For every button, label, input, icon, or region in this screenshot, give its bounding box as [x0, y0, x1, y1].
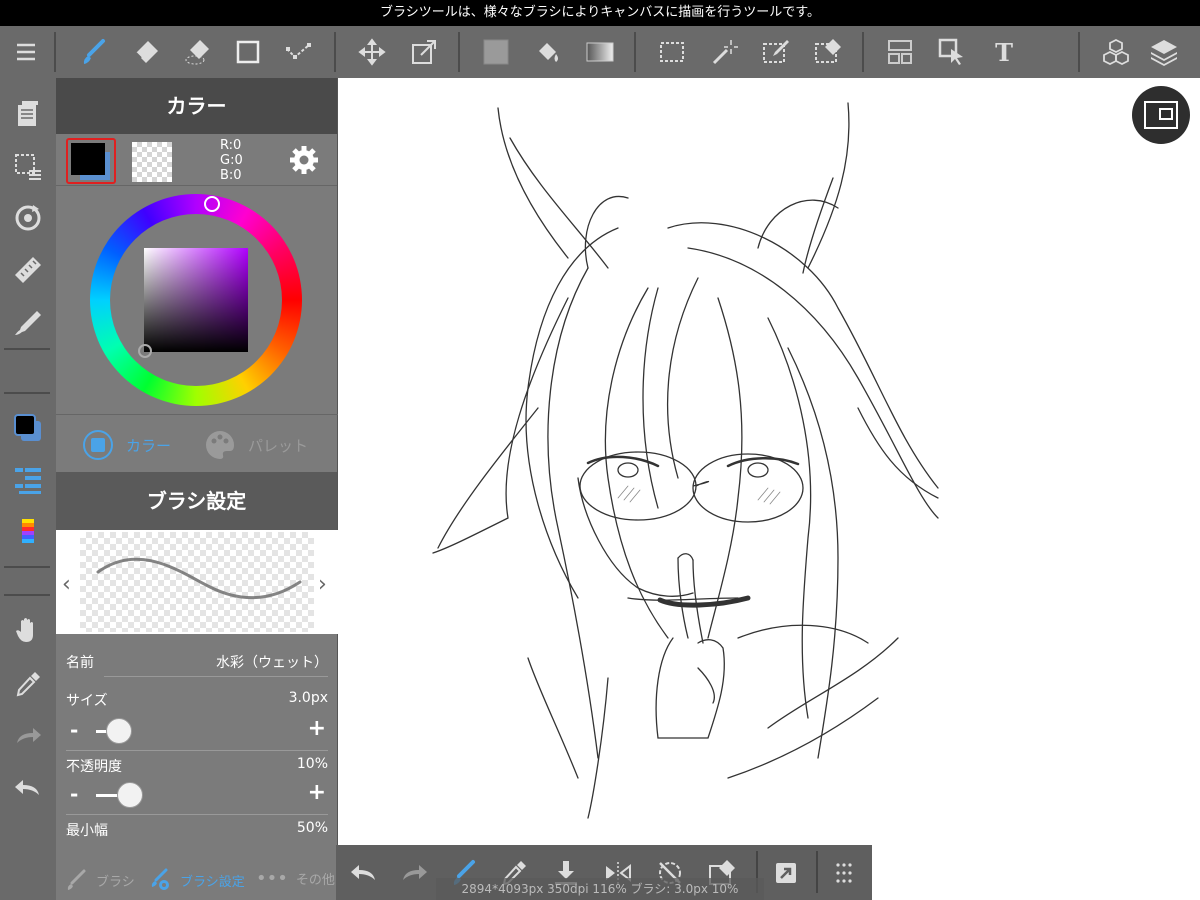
opacity-value: 10%	[296, 756, 328, 772]
status-message: ブラシツールは、様々なブラシによりキャンバスに描画を行うツールです。	[380, 5, 820, 20]
layers-icon[interactable]	[1142, 26, 1186, 78]
ruler-icon[interactable]	[6, 248, 50, 292]
size-increase-button[interactable]: +	[308, 716, 326, 741]
select-icon[interactable]	[650, 26, 694, 78]
undo-icon[interactable]	[6, 766, 50, 810]
menu-icon[interactable]	[4, 26, 48, 78]
color-swatch-icon[interactable]	[6, 406, 50, 450]
tab-brush-label: ブラシ	[96, 874, 135, 890]
eyedropper-icon[interactable]	[6, 662, 50, 706]
color-panel-title: カラー	[56, 78, 337, 134]
3d-object-icon[interactable]	[1094, 26, 1138, 78]
transform-layer-icon[interactable]	[766, 853, 806, 893]
select-pen-icon[interactable]	[754, 26, 798, 78]
brush-settings-tab-icon	[151, 868, 169, 890]
frame-icon[interactable]	[878, 26, 922, 78]
chevron-left-icon[interactable]: ‹	[62, 572, 71, 597]
transparent-color-swatch[interactable]	[132, 142, 172, 182]
brush-tab-icon	[67, 869, 86, 890]
magic-wand-icon[interactable]	[702, 26, 746, 78]
hand-icon[interactable]	[6, 608, 50, 652]
tab-brush-settings[interactable]: ブラシ設定	[148, 868, 245, 892]
brush-name-value: 水彩（ウェット）	[216, 655, 328, 671]
rotate-icon[interactable]	[6, 196, 50, 240]
current-color-swatch[interactable]	[66, 138, 116, 184]
rgb-g: G:0	[220, 153, 243, 168]
tab-color-label: カラー	[126, 436, 172, 455]
rgb-readout: R:0 G:0 B:0	[220, 138, 243, 183]
left-toolbar	[0, 78, 56, 900]
brush-icon[interactable]	[72, 26, 116, 78]
saturation-value-square[interactable]	[144, 248, 248, 352]
brush-tabs: ブラシ ブラシ設定 ••• その他	[56, 854, 338, 900]
color-swatch-row: R:0 G:0 B:0	[56, 134, 337, 186]
size-value: 3.0px	[288, 690, 328, 706]
status-bar: ブラシツールは、様々なブラシによりキャンバスに描画を行うツールです。	[0, 0, 1200, 26]
size-label: サイズ	[66, 693, 108, 709]
minwidth-label: 最小幅	[66, 823, 108, 839]
opacity-slider[interactable]: - +	[56, 780, 338, 810]
tab-palette-label: パレット	[248, 436, 309, 455]
tab-color[interactable]: カラー	[82, 429, 171, 461]
brush-list-icon[interactable]	[6, 458, 50, 502]
bucket-icon[interactable]	[526, 26, 570, 78]
size-slider[interactable]: - +	[56, 716, 338, 746]
minwidth-value: 50%	[296, 820, 328, 836]
tab-palette[interactable]: パレット	[204, 429, 308, 461]
blur-eraser-icon[interactable]	[176, 26, 220, 78]
canvas-info: 2894*4093px 350dpi 116% ブラシ: 3.0px 10%	[436, 878, 764, 900]
brush-panel-title: ブラシ設定	[56, 472, 337, 530]
navigator-icon	[1144, 101, 1178, 129]
gradient-icon[interactable]	[578, 26, 622, 78]
top-toolbar: T	[0, 26, 1200, 78]
size-slider-knob[interactable]	[106, 718, 133, 744]
more-icon: •••	[256, 868, 288, 889]
color-panel: カラー R:0 G:0 B:0 カラー パレット	[56, 78, 338, 472]
selection-menu-icon[interactable]	[6, 144, 50, 188]
rgb-b: B:0	[220, 168, 242, 183]
fill-color-icon[interactable]	[474, 26, 518, 78]
color-tab-icon	[83, 430, 113, 460]
tab-other-label: その他	[295, 873, 335, 888]
sv-marker[interactable]	[138, 344, 152, 358]
opacity-slider-knob[interactable]	[116, 782, 143, 808]
grid-menu-icon[interactable]	[824, 853, 864, 893]
move-icon[interactable]	[350, 26, 394, 78]
tab-other[interactable]: ••• その他	[256, 868, 335, 889]
brush-stroke-preview	[80, 532, 314, 632]
tab-brush-settings-label: ブラシ設定	[180, 874, 245, 890]
brush-name-label: 名前	[66, 655, 94, 671]
opacity-label: 不透明度	[66, 759, 122, 775]
eraser-icon[interactable]	[124, 26, 168, 78]
pages-icon[interactable]	[6, 92, 50, 136]
navigator-button[interactable]	[1132, 86, 1190, 144]
bottom-undo-icon[interactable]	[344, 853, 384, 893]
gear-icon[interactable]	[286, 142, 322, 178]
tab-brush[interactable]: ブラシ	[64, 868, 135, 892]
text-icon[interactable]: T	[982, 26, 1026, 78]
line-icon[interactable]	[276, 26, 320, 78]
sketch-artwork	[432, 102, 939, 819]
opacity-increase-button[interactable]: +	[308, 780, 326, 805]
rgb-r: R:0	[220, 138, 242, 153]
redo-icon[interactable]	[6, 714, 50, 758]
transform-icon[interactable]	[402, 26, 446, 78]
size-decrease-button[interactable]: -	[70, 718, 78, 742]
color-tabs: カラー パレット	[56, 414, 338, 472]
svg-text:T: T	[995, 38, 1013, 67]
palette-icon	[206, 431, 234, 459]
edit-pen-icon[interactable]	[6, 300, 50, 344]
hue-marker[interactable]	[204, 196, 220, 212]
object-select-icon[interactable]	[930, 26, 974, 78]
drawing-canvas[interactable]	[338, 78, 1200, 900]
palette-bar-icon[interactable]	[6, 510, 50, 554]
chevron-right-icon[interactable]: ›	[318, 572, 327, 597]
color-wheel[interactable]	[90, 194, 302, 406]
brush-settings-panel: ブラシ設定 ‹ › 名前 水彩（ウェット） サイズ 3.0px - + 不透明度…	[56, 472, 338, 900]
select-eraser-icon[interactable]	[806, 26, 850, 78]
bottom-redo-icon[interactable]	[394, 853, 434, 893]
opacity-decrease-button[interactable]: -	[70, 782, 78, 806]
shape-icon[interactable]	[226, 26, 270, 78]
